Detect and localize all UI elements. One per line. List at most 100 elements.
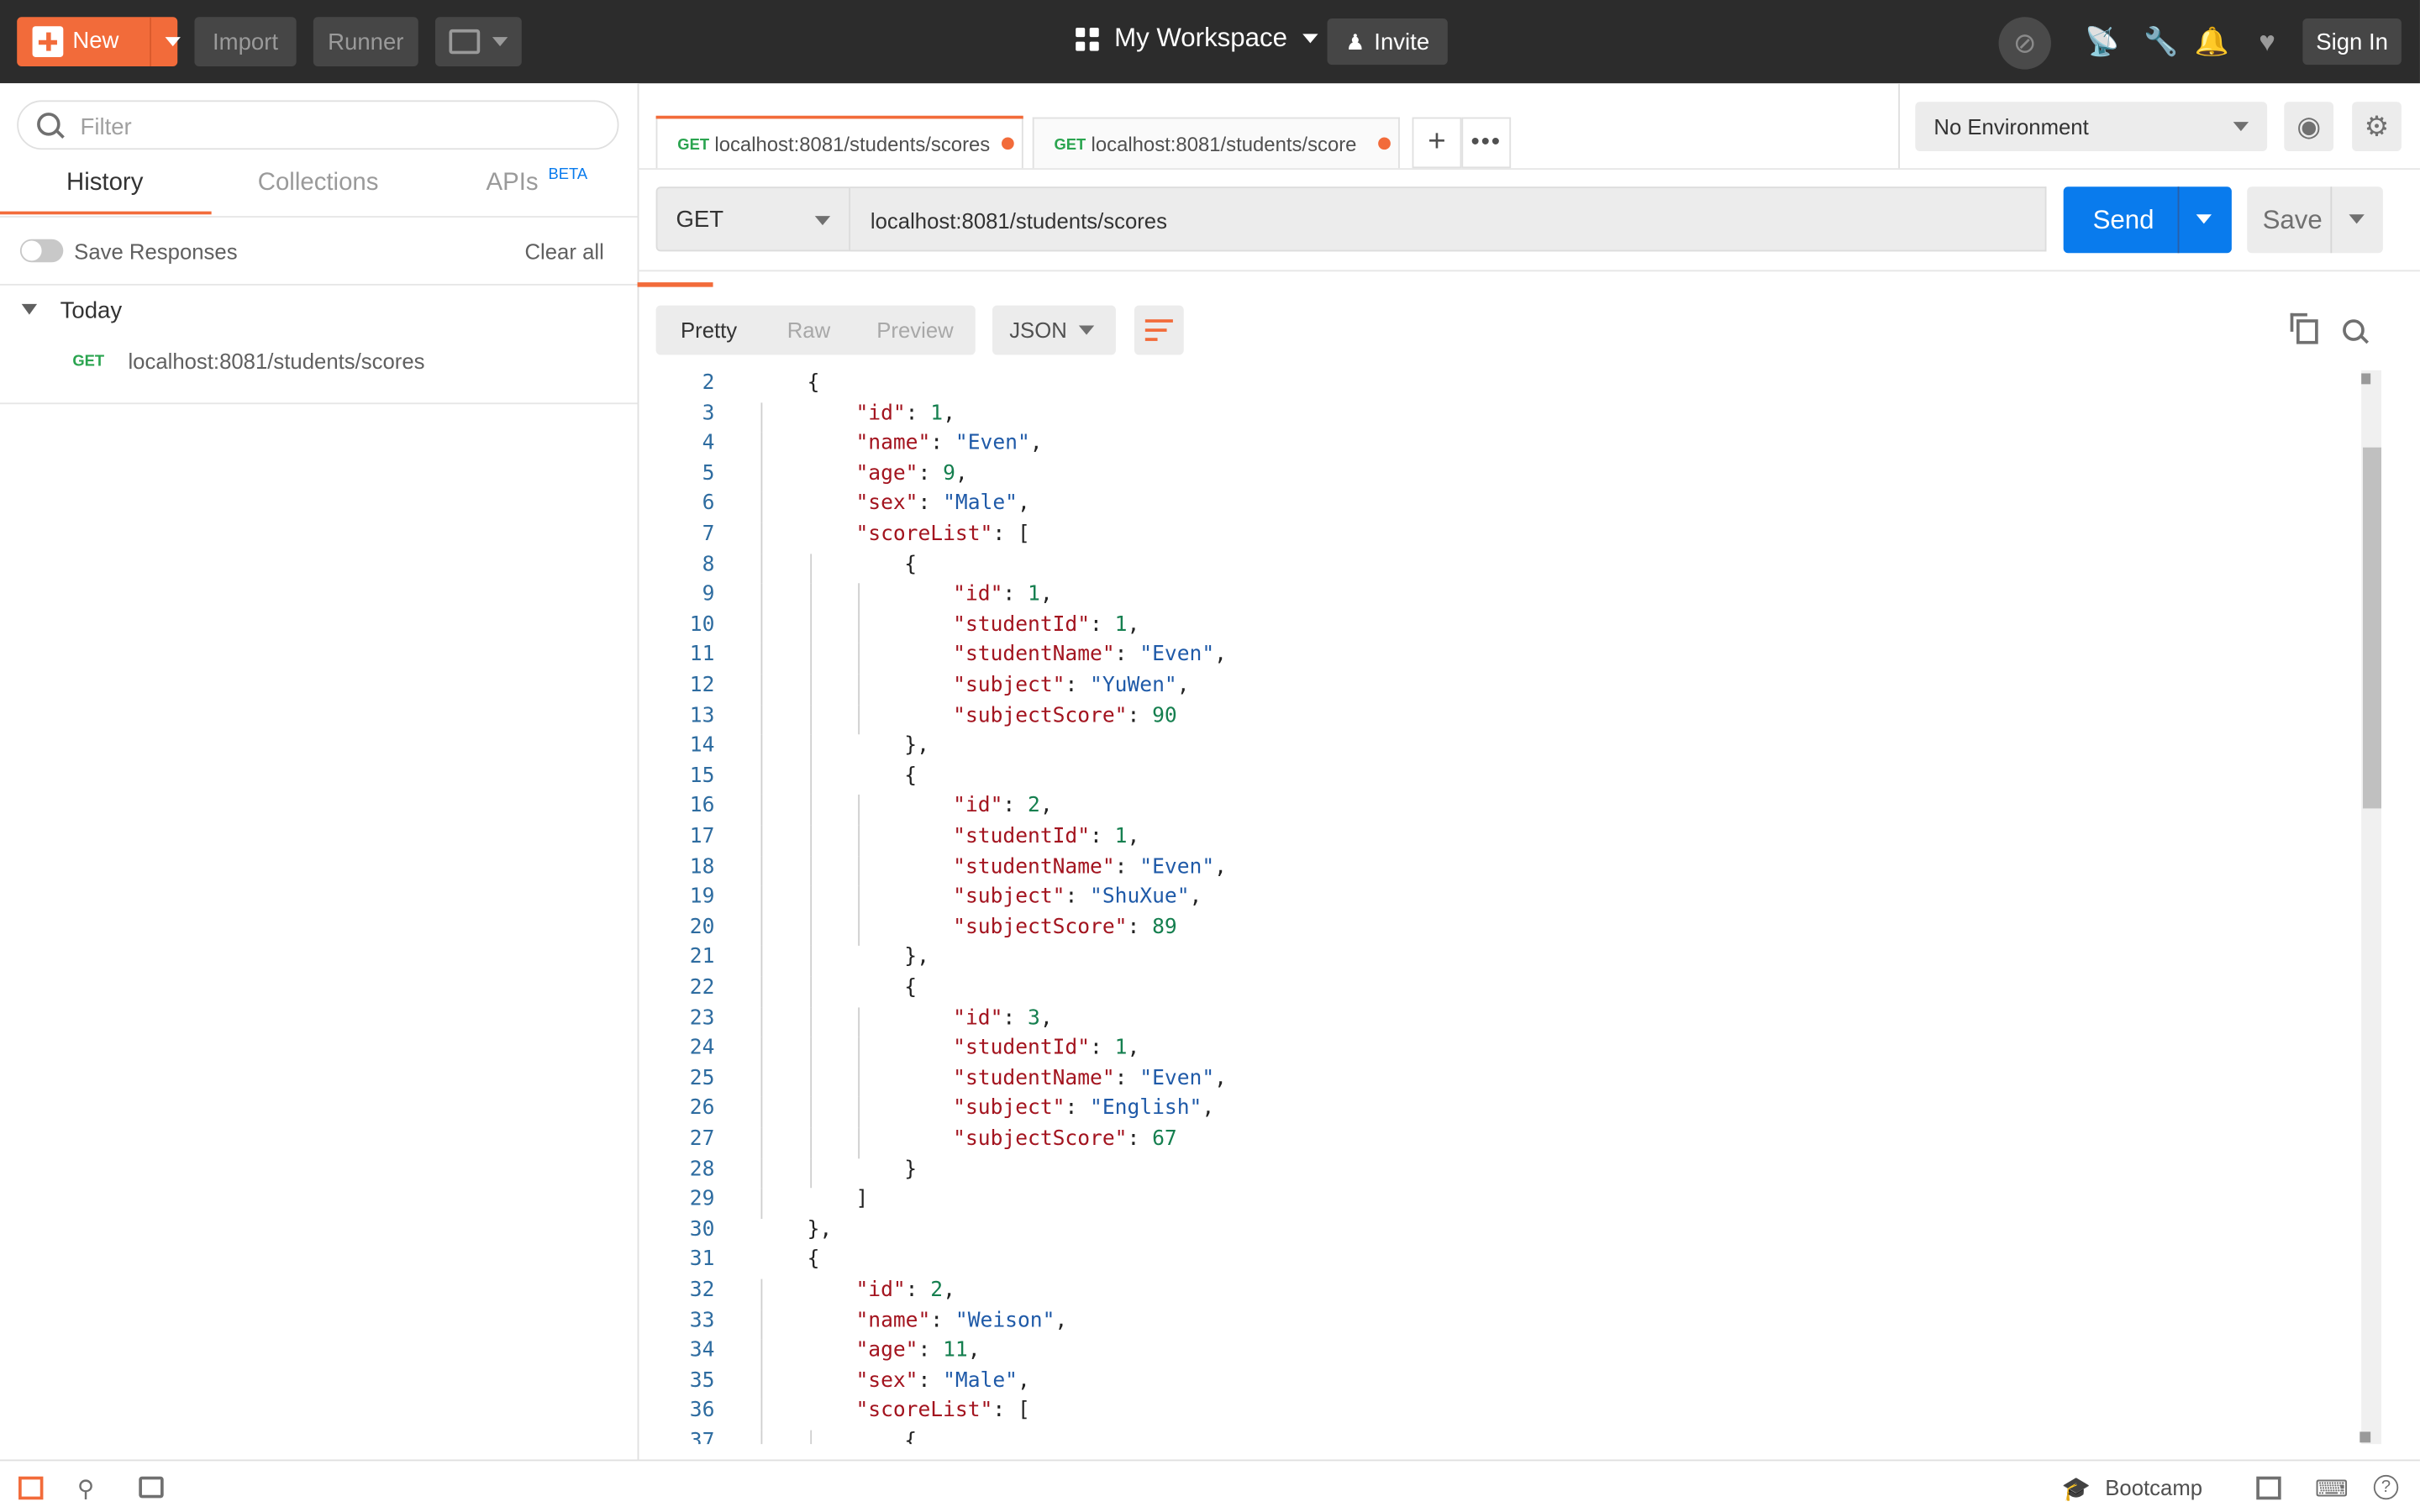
code-text: "sex": "Male", xyxy=(855,492,1030,517)
indent-guide xyxy=(760,1369,763,1400)
line-number: 37 xyxy=(689,1430,715,1445)
two-pane-icon[interactable] xyxy=(2256,1476,2281,1500)
scroll-down-arrow[interactable] xyxy=(2360,1431,2371,1443)
save-button[interactable]: Save xyxy=(2247,186,2383,254)
scroll-up-arrow[interactable] xyxy=(2361,373,2371,385)
top-bar: New Import Runner My Workspace ♟ Invite … xyxy=(0,0,2420,84)
wrap-lines-button[interactable] xyxy=(1134,305,1184,355)
sign-in-button[interactable]: Sign In xyxy=(2302,18,2402,66)
indent-guide xyxy=(809,946,812,977)
save-label: Save xyxy=(2262,205,2323,235)
line-number: 15 xyxy=(689,764,715,789)
view-tab-pretty[interactable]: Pretty xyxy=(681,318,737,342)
response-body[interactable]: 2 {3 "id": 1, 4 "name": "Even", 5 "age": 9, 6 "s… xyxy=(638,370,2420,1445)
line-number: 19 xyxy=(689,885,715,910)
console-icon[interactable] xyxy=(139,1476,164,1499)
url-field[interactable] xyxy=(850,186,2047,254)
request-tab-1[interactable]: GET localhost:8081/students/scores xyxy=(655,117,1023,169)
history-group-today[interactable]: Today xyxy=(60,297,123,323)
chevron-down-icon[interactable] xyxy=(165,37,181,47)
resize-handle[interactable] xyxy=(637,282,713,287)
chevron-down-icon[interactable] xyxy=(2196,214,2212,224)
runner-button[interactable]: Runner xyxy=(313,17,418,66)
request-tab-2[interactable]: GET localhost:8081/students/score xyxy=(1032,117,1400,169)
line-number: 5 xyxy=(702,462,715,486)
indent-guide xyxy=(760,825,763,856)
indent-guide xyxy=(760,1339,763,1370)
line-number: 22 xyxy=(689,976,715,1000)
save-responses-toggle[interactable] xyxy=(19,239,64,263)
history-item-url[interactable]: localhost:8081/students/scores xyxy=(128,349,424,373)
view-tab-preview[interactable]: Preview xyxy=(876,318,953,342)
divider xyxy=(637,270,2420,272)
more-icon[interactable]: ••• xyxy=(1461,117,1512,169)
new-button[interactable]: New xyxy=(17,17,181,66)
tab-method: GET xyxy=(677,137,710,155)
sync-off-icon[interactable]: ⊘ xyxy=(1998,17,2051,70)
format-select[interactable]: JSON xyxy=(992,305,1116,355)
add-tab-button[interactable]: + xyxy=(1412,117,1462,169)
help-icon[interactable]: ? xyxy=(2373,1474,2399,1500)
invite-label: Invite xyxy=(1374,28,1430,55)
view-tab-raw[interactable]: Raw xyxy=(787,318,830,342)
collapse-triangle-icon[interactable] xyxy=(21,303,38,315)
chevron-down-icon[interactable] xyxy=(2349,214,2365,224)
new-window-button[interactable] xyxy=(434,17,522,66)
indent-guide xyxy=(809,704,812,735)
indent-guide xyxy=(809,734,812,765)
gear-icon[interactable]: ⚙ xyxy=(2352,102,2402,151)
filter-field[interactable] xyxy=(17,100,619,151)
satellite-icon[interactable]: 📡 xyxy=(2085,26,2119,57)
invite-button[interactable]: ♟ Invite xyxy=(1327,18,1448,66)
wrench-icon[interactable]: 🔧 xyxy=(2144,26,2178,57)
tab-apis[interactable]: APIs BETA xyxy=(487,166,588,197)
line-number: 13 xyxy=(689,704,715,728)
indent-guide xyxy=(858,1037,860,1068)
line-number: 35 xyxy=(689,1369,715,1394)
bootcamp-link[interactable]: Bootcamp xyxy=(2105,1475,2202,1499)
line-number: 20 xyxy=(689,916,715,940)
filter-input[interactable] xyxy=(76,102,608,151)
environment-select[interactable]: No Environment xyxy=(1915,102,2268,151)
method-select[interactable]: GET xyxy=(655,186,851,252)
send-button[interactable]: Send xyxy=(2063,186,2232,254)
scrollbar-thumb[interactable] xyxy=(2362,447,2382,809)
copy-icon[interactable] xyxy=(2290,312,2318,344)
indent-guide xyxy=(809,1006,812,1037)
view-mode-tabs: Pretty Raw Preview xyxy=(655,305,976,355)
new-button-label: New xyxy=(72,28,119,55)
clear-all-button[interactable]: Clear all xyxy=(524,239,603,264)
search-icon[interactable] xyxy=(2343,319,2365,341)
divider xyxy=(2330,186,2333,254)
indent-guide xyxy=(760,1278,763,1310)
url-input[interactable] xyxy=(867,188,2016,254)
indent-guide xyxy=(809,825,812,856)
bell-icon[interactable]: 🔔 xyxy=(2195,26,2229,57)
wrap-icon xyxy=(1144,319,1173,323)
indent-guide xyxy=(760,1399,763,1431)
indent-guide xyxy=(858,795,860,826)
workspace-switcher[interactable]: My Workspace xyxy=(1076,24,1318,55)
search-icon xyxy=(37,113,60,136)
code-text: "subjectScore": 67 xyxy=(953,1127,1177,1152)
indent-guide xyxy=(760,674,763,705)
tab-history[interactable]: History xyxy=(66,170,143,197)
keyboard-icon[interactable]: ⌨ xyxy=(2315,1475,2349,1503)
tab-collections[interactable]: Collections xyxy=(258,170,379,197)
indent-guide xyxy=(760,522,763,554)
line-number: 3 xyxy=(702,402,715,426)
status-bar: ⚲ 🎓 Bootcamp ⌨ ? xyxy=(0,1459,2420,1512)
indent-guide xyxy=(809,643,812,675)
grid-icon xyxy=(1076,27,1099,50)
eye-icon[interactable]: ◉ xyxy=(2284,102,2334,151)
line-number: 27 xyxy=(689,1127,715,1152)
indent-guide xyxy=(760,1097,763,1128)
import-button[interactable]: Import xyxy=(194,17,297,66)
find-icon[interactable]: ⚲ xyxy=(77,1475,102,1503)
heart-icon[interactable]: ♥ xyxy=(2252,26,2283,57)
indent-guide xyxy=(760,916,763,947)
code-text: "subjectScore": 89 xyxy=(953,916,1177,940)
line-number: 31 xyxy=(689,1248,715,1273)
sidebar-toggle-icon[interactable] xyxy=(18,1476,44,1500)
unsaved-dot-icon xyxy=(1378,137,1391,150)
